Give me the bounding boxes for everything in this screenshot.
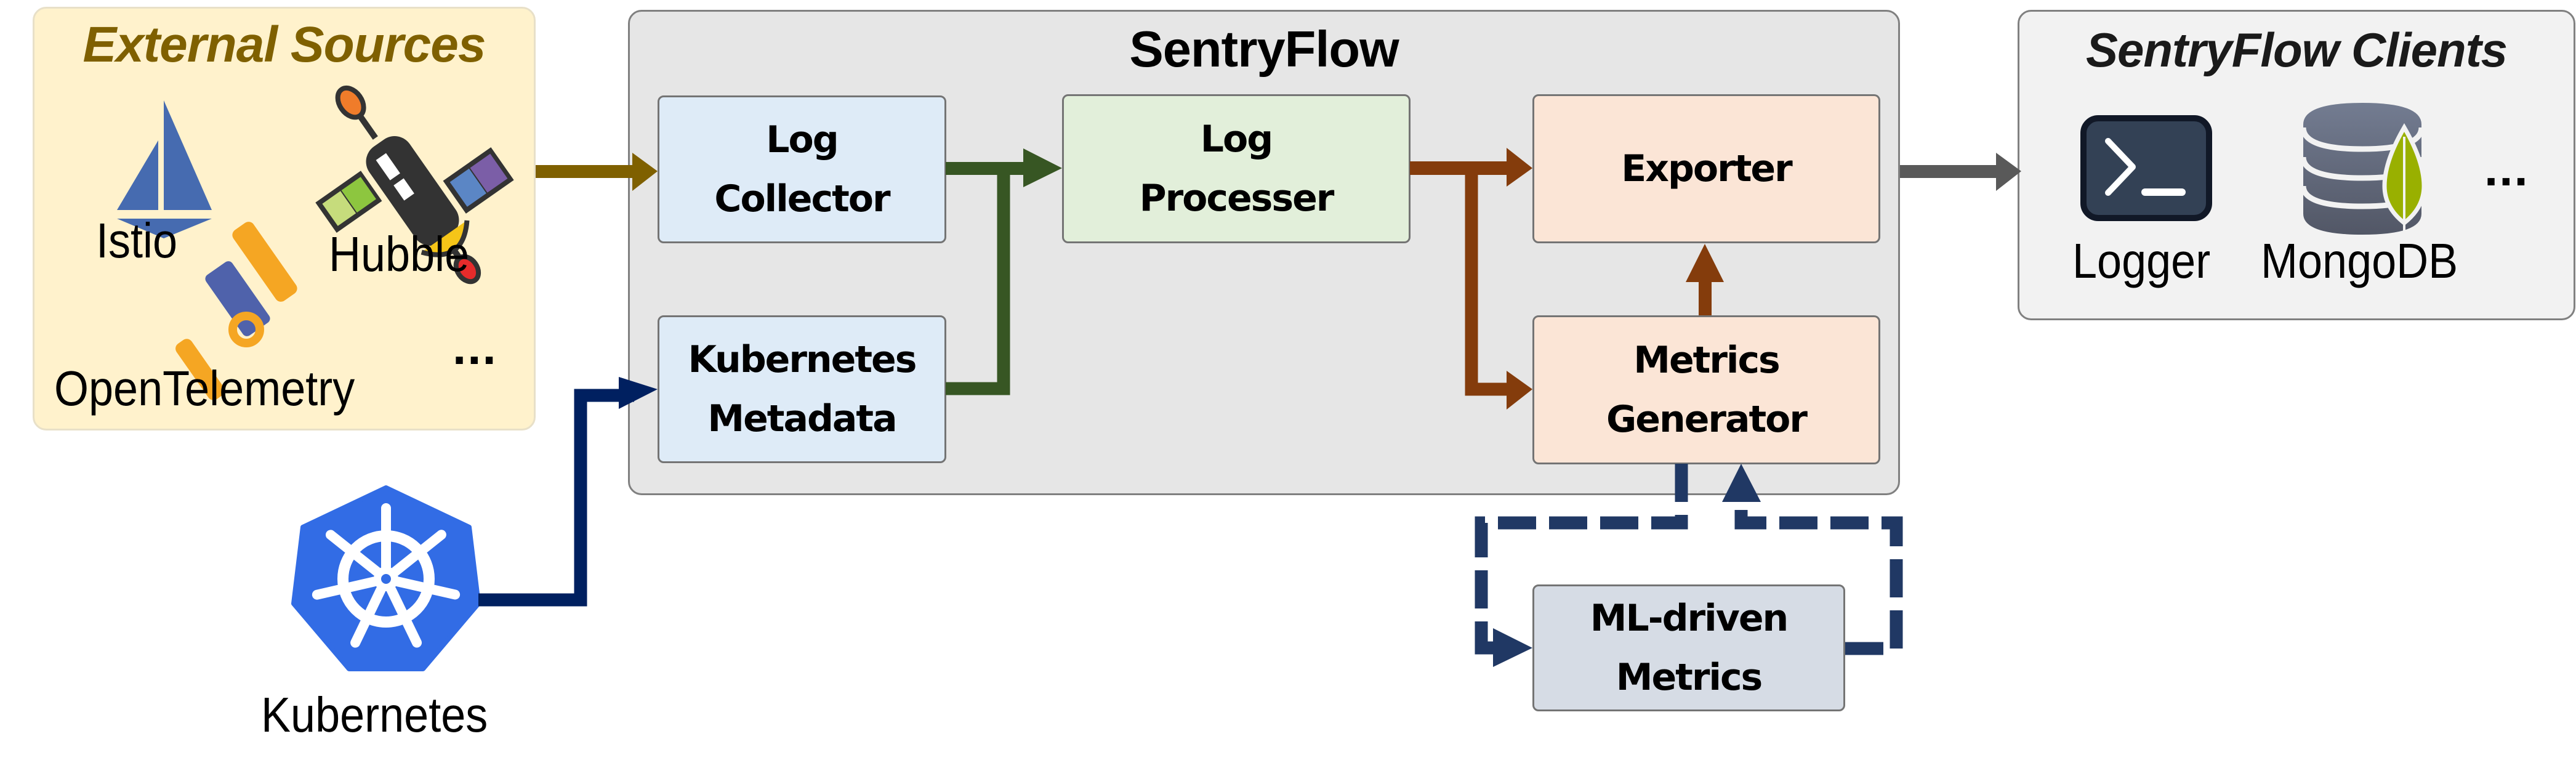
edge-generator-to-ml bbox=[1475, 464, 1688, 667]
edge-ml-to-generator bbox=[1722, 464, 1903, 655]
edge-processer-to-exporter-generator bbox=[1410, 148, 1532, 410]
edge-generator-to-exporter bbox=[1686, 244, 1724, 315]
edge-kubernetes-to-metadata bbox=[478, 377, 658, 607]
edge-external-to-collector bbox=[536, 153, 658, 191]
architecture-diagram: External Sources Istio Hubble OpenTeleme… bbox=[0, 0, 2576, 776]
connectors-layer bbox=[478, 148, 2021, 667]
edge-collector-metadata-to-processer bbox=[946, 148, 1062, 395]
edge-sentryflow-to-clients bbox=[1900, 153, 2021, 191]
